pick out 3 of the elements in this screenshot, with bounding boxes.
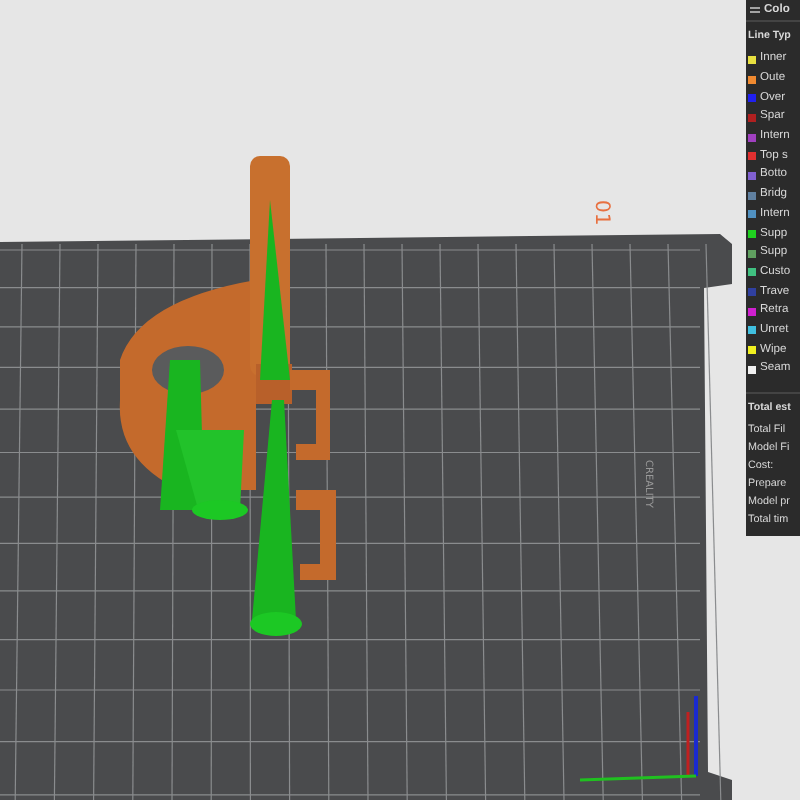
collapse-icon[interactable]: [750, 5, 760, 15]
plate-number: 01: [590, 200, 612, 226]
axis-gizmo-icon: [579, 696, 698, 782]
